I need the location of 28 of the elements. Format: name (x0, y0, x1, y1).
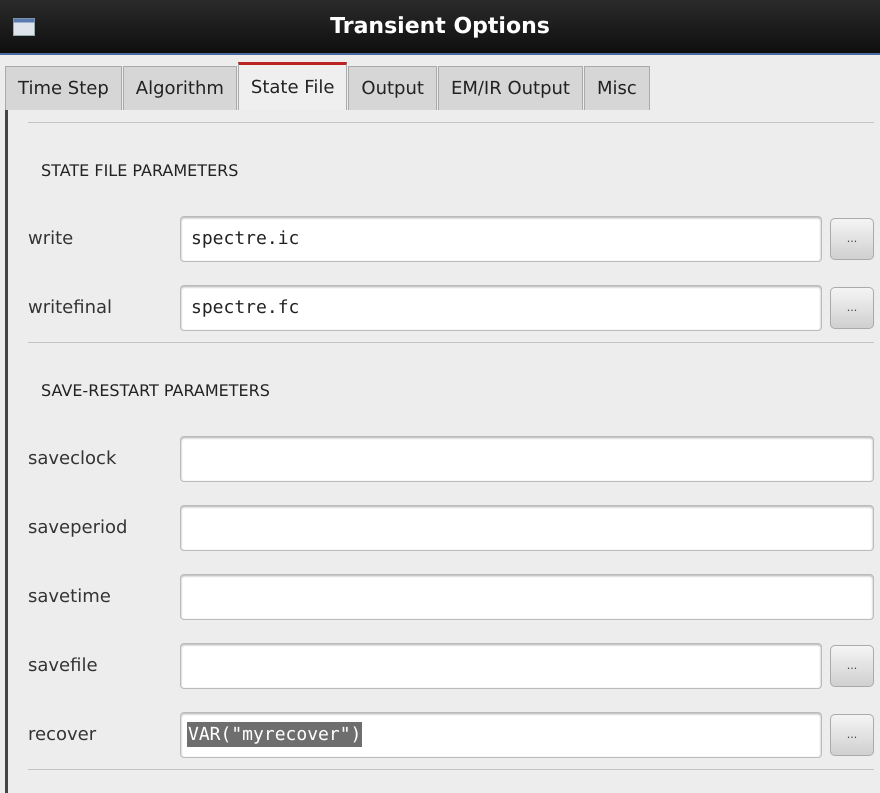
tab[interactable]: Algorithm (122, 66, 237, 110)
field-label: saveperiod (28, 517, 128, 538)
section-heading: STATE FILE PARAMETERS (40, 160, 240, 182)
browse-button[interactable]: ... (830, 286, 874, 328)
input-field[interactable]: VAR("myrecover") (180, 712, 822, 758)
tab[interactable]: State File (238, 62, 348, 110)
input-field[interactable] (180, 504, 874, 550)
field-label: writefinal (28, 297, 114, 318)
field-label: saveclock (28, 448, 118, 469)
field-label: recover (28, 724, 98, 745)
tab[interactable]: Output (348, 66, 437, 110)
section-heading: SAVE-RESTART PARAMETERS (40, 380, 271, 402)
field-label: savefile (28, 655, 99, 676)
input-field[interactable] (180, 436, 874, 482)
input-field[interactable] (180, 642, 822, 688)
window-icon[interactable] (13, 18, 35, 36)
tab[interactable]: EM/IR Output (438, 66, 583, 110)
browse-button[interactable]: ... (830, 714, 874, 756)
input-field[interactable]: spectre.fc (180, 284, 822, 330)
input-field[interactable] (180, 574, 874, 620)
input-field[interactable]: spectre.ic (180, 216, 822, 262)
field-label: savetime (28, 586, 112, 607)
window-title: Transient Options (330, 14, 550, 39)
field-label: write (28, 228, 74, 249)
tab[interactable]: Misc (584, 66, 650, 110)
tab[interactable]: Time Step (5, 66, 122, 110)
browse-button[interactable]: ... (830, 218, 874, 260)
browse-button[interactable]: ... (830, 644, 874, 686)
